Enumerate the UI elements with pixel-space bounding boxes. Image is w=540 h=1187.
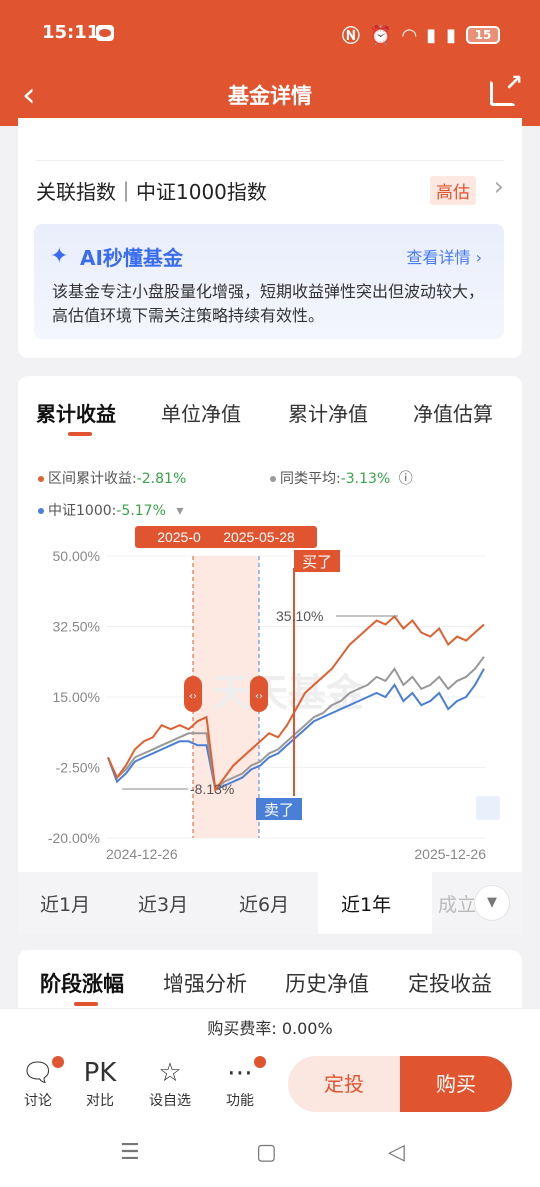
tab-underline — [68, 432, 92, 436]
chevron-down-icon[interactable]: ▼ — [474, 885, 510, 921]
legend-dot-index — [38, 508, 44, 514]
tool-functions[interactable]: ⋯ 功能 — [210, 1056, 270, 1110]
signal-icon-2: ▮ — [446, 24, 456, 46]
page-title: 基金详情 — [228, 84, 312, 108]
legend-peer-label: 同类平均: — [280, 471, 341, 487]
y-tick-label: 32.50% — [53, 619, 100, 635]
date-tag-label: 2025-05-28 — [223, 529, 295, 545]
range-3m[interactable]: 近3月 — [138, 890, 188, 917]
back-nav-icon[interactable]: ◁ — [388, 1140, 405, 1165]
related-index-row[interactable]: 关联指数｜中证1000指数 高估 › — [36, 170, 504, 210]
bottom-action-bar: 🗨 讨论 PK 对比 ☆ 设自选 ⋯ 功能 定投 购买 — [0, 1048, 540, 1120]
tab-nav-estimate[interactable]: 净值估算 — [413, 398, 493, 427]
buy-button[interactable]: 购买 — [400, 1056, 512, 1112]
home-icon[interactable]: ▢ — [256, 1140, 277, 1165]
tool-compare[interactable]: PK 对比 — [70, 1056, 130, 1110]
y-tick-label: 15.00% — [53, 689, 100, 705]
dca-button[interactable]: 定投 — [288, 1056, 400, 1112]
range-6m[interactable]: 近6月 — [239, 890, 289, 917]
legend-index[interactable]: 中证1000:-5.17% ▾ — [38, 500, 183, 520]
legend-peer-value: -3.13% — [340, 471, 391, 487]
tab-cumulative-nav[interactable]: 累计净值 — [288, 398, 368, 427]
status-time: 15:11 — [42, 22, 100, 43]
y-tick-label: -20.00% — [48, 830, 100, 846]
caret-down-icon: ▾ — [176, 503, 184, 519]
pk-icon: PK — [83, 1058, 117, 1088]
chart-tabs: 累计收益 单位净值 累计净值 净值估算 — [18, 398, 522, 438]
buy-tag-label: 买了 — [302, 553, 332, 571]
tab-history-nav[interactable]: 历史净值 — [285, 968, 369, 998]
range-selector: 近1月 近3月 近6月 近1年 成立 ▼ — [18, 872, 522, 934]
legend-dot-peer — [270, 476, 276, 482]
legend-index-label: 中证1000: — [48, 503, 117, 519]
stage-underline — [74, 1002, 98, 1006]
wechat-icon — [96, 25, 114, 41]
status-bar: 15:11 Ⓝ ⏰ ◠ ▮ ▮ 15 — [0, 0, 540, 68]
range-since-inception[interactable]: 成立 — [438, 890, 476, 917]
x-tick-label: 2025-12-26 — [414, 846, 486, 862]
info-icon[interactable]: ⓘ — [399, 471, 413, 487]
tab-enhance-analysis[interactable]: 增强分析 — [163, 968, 247, 998]
signal-icon: ▮ — [426, 24, 437, 46]
legend-peer: 同类平均:-3.13% ⓘ — [270, 468, 413, 488]
related-index-label: 关联指数｜中证1000指数 — [36, 180, 267, 204]
ai-title: AI秒懂基金 — [80, 246, 183, 270]
legend-dot-fund — [38, 476, 44, 482]
tool-watchlist[interactable]: ☆ 设自选 — [140, 1056, 200, 1110]
ai-summary-box: ✦ AI秒懂基金 查看详情 › 该基金专注小盘股量化增强，短期收益弹性突出但波动… — [34, 224, 504, 339]
star-icon: ☆ — [158, 1058, 182, 1088]
chart-card: 累计收益 单位净值 累计净值 净值估算 区间累计收益:-2.81% 同类平均:-… — [18, 376, 522, 876]
tab-dca-return[interactable]: 定投收益 — [408, 968, 492, 998]
handle-arrows: ‹› — [255, 691, 263, 702]
status-icons: Ⓝ ⏰ ◠ ▮ ▮ 15 — [342, 22, 500, 48]
legend-fund-label: 区间累计收益: — [48, 471, 137, 487]
tool-label: 设自选 — [149, 1093, 191, 1109]
chevron-right-icon: › — [493, 172, 504, 202]
x-tick-label: 2024-12-26 — [106, 846, 178, 862]
tool-label: 功能 — [226, 1093, 254, 1109]
ai-summary-text: 该基金专注小盘股量化增强，短期收益弹性突出但波动较大，高估值环境下需关注策略持续… — [52, 282, 485, 325]
battery-icon: 15 — [466, 26, 500, 44]
tool-label: 对比 — [86, 1093, 114, 1109]
tool-discuss[interactable]: 🗨 讨论 — [8, 1056, 68, 1110]
share-icon[interactable] — [490, 71, 523, 106]
system-nav-bar: ☰ ▢ ◁ — [0, 1120, 540, 1187]
return-chart[interactable]: 50.00%32.50%15.00%-2.50%-20.00%天天基金‹› ‹›2… — [18, 526, 522, 870]
fund-info-card: 关联指数｜中证1000指数 高估 › ✦ AI秒懂基金 查看详情 › 该基金专注… — [18, 118, 522, 358]
tab-unit-nav[interactable]: 单位净值 — [161, 398, 241, 427]
nfc-icon: Ⓝ — [341, 26, 360, 47]
menu-icon[interactable]: ☰ — [120, 1140, 140, 1165]
min-label: -8.13% — [190, 781, 234, 797]
handle-arrows: ‹› — [189, 691, 197, 702]
notification-dot — [52, 1056, 64, 1068]
fullscreen-icon — [476, 796, 500, 820]
wifi-icon: ◠ — [402, 24, 417, 46]
notification-dot — [254, 1056, 266, 1068]
ai-detail-link[interactable]: 查看详情 › — [407, 244, 483, 268]
tool-label: 讨论 — [24, 1093, 52, 1109]
more-icon: ⋯ — [210, 1056, 270, 1090]
y-tick-label: -2.50% — [56, 760, 100, 776]
range-1m[interactable]: 近1月 — [40, 890, 90, 917]
purchase-fee: 购买费率: 0.00% — [0, 1008, 540, 1048]
divider — [36, 160, 504, 161]
ai-detail-link-label: 查看详情 — [406, 248, 471, 267]
comment-icon: 🗨 — [8, 1056, 68, 1090]
legend-fund-value: -2.81% — [136, 471, 187, 487]
legend-fund: 区间累计收益:-2.81% — [38, 468, 186, 488]
range-1y[interactable]: 近1年 — [341, 890, 391, 917]
sparkle-icon: ✦ — [50, 244, 69, 269]
max-label: 35.10% — [276, 608, 323, 624]
legend-index-value: -5.17% — [116, 503, 166, 519]
tab-cumulative-return[interactable]: 累计收益 — [36, 398, 116, 427]
y-tick-label: 50.00% — [53, 548, 100, 564]
tab-stage-return[interactable]: 阶段涨幅 — [40, 968, 124, 998]
sell-tag-label: 卖了 — [264, 801, 294, 819]
alarm-icon: ⏰ — [369, 24, 393, 46]
valuation-badge: 高估 — [430, 176, 476, 205]
